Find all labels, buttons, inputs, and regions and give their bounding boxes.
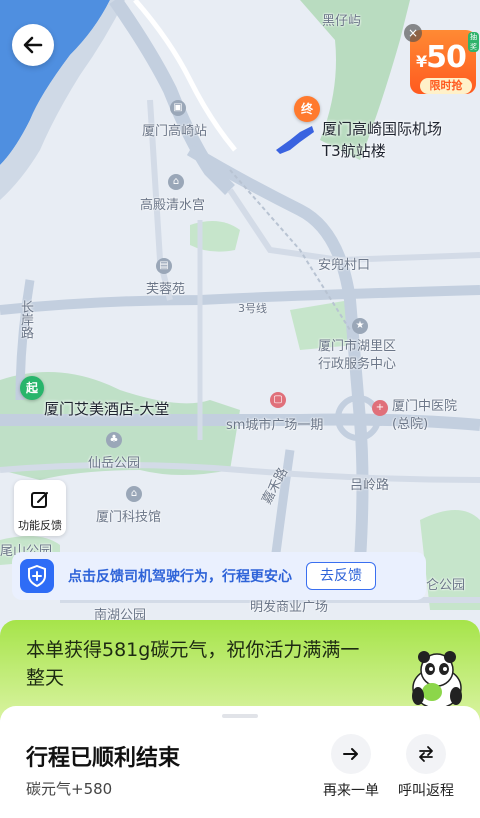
promo-close-button[interactable]: ×	[404, 24, 422, 42]
map-label-furongyuan: 芙蓉苑	[146, 282, 186, 297]
call-return-circle[interactable]	[406, 734, 446, 774]
destination-terminal: T3航站楼	[322, 142, 386, 160]
shield-plus-icon	[20, 559, 54, 593]
book-again-button[interactable]: 再来一单	[316, 734, 386, 800]
arrow-left-icon	[23, 36, 43, 54]
map-label-heizaiyu: 黑仔屿	[322, 14, 362, 29]
map-label-gaoqi-station: 厦门高崎站	[142, 124, 208, 139]
promo-card[interactable]: ¥50 抽奖 限时抢	[410, 30, 479, 94]
map-view[interactable]: 黑仔屿 ▣ 厦门高崎站 ⌂ 高殿清水宫 安兜村口 ▤ 芙蓉苑 3号线 ★ 厦门市…	[0, 0, 480, 660]
museum-icon: ⌂	[126, 486, 142, 502]
destination-label[interactable]: 厦门高崎国际机场 T3航站楼	[322, 118, 442, 162]
feedback-tool-button[interactable]: 功能反馈	[14, 480, 66, 536]
map-label-gaodian: 高殿清水宫	[140, 198, 206, 213]
promo-subtitle: 限时抢	[420, 78, 472, 94]
map-label-line3: 3号线	[238, 302, 267, 315]
map-label-huli-gov: 厦门市湖里区 行政服务中心	[318, 339, 397, 372]
destination-name: 厦门高崎国际机场	[322, 120, 443, 138]
trip-summary-sheet: 行程已顺利结束 碳元气+580 再来一单 呼叫返程	[0, 706, 480, 818]
airport-terminal-shape	[276, 126, 314, 154]
promo-currency: ¥	[416, 52, 427, 71]
call-return-button[interactable]: 呼叫返程	[391, 734, 461, 800]
map-green-3	[420, 510, 480, 610]
map-label-changan-road: 长岸路	[18, 300, 33, 339]
safety-feedback-banner[interactable]: 点击反馈司机驾驶行为，行程更安心 去反馈	[12, 552, 426, 600]
origin-marker[interactable]: 起	[20, 376, 44, 400]
promo-amount-value: 50	[426, 40, 467, 75]
safety-banner-text: 点击反馈司机驾驶行为，行程更安心	[68, 569, 292, 585]
destination-marker[interactable]: 终	[294, 96, 320, 122]
map-label-sm: sm城市广场一期	[226, 418, 324, 433]
residential-icon: ▤	[156, 258, 172, 274]
promo-amount: ¥50	[416, 40, 467, 75]
map-label-right-park: 仑公园	[426, 578, 466, 593]
trip-carbon-points: 碳元气+580	[26, 780, 113, 798]
book-again-label: 再来一单	[323, 783, 379, 799]
origin-label[interactable]: 厦门艾美酒店-大堂	[44, 398, 169, 419]
map-label-xianyue: 仙岳公园	[88, 456, 141, 471]
map-road-h	[227, 188, 480, 264]
shopping-icon: ▢	[270, 392, 286, 408]
trip-status-title: 行程已顺利结束	[26, 746, 181, 771]
swap-arrows-icon	[419, 746, 433, 762]
train-station-icon: ▣	[170, 100, 186, 116]
book-again-circle[interactable]	[331, 734, 371, 774]
map-label-lvling: 吕岭路	[350, 478, 390, 493]
map-label-zhongyiyuan: 厦门中医院 (总院)	[392, 399, 458, 432]
map-label-kejiguan: 厦门科技馆	[96, 510, 162, 525]
go-feedback-button[interactable]: 去反馈	[306, 562, 376, 590]
temple-icon: ⌂	[168, 174, 184, 190]
carbon-message: 本单获得581g碳元气，祝你活力满满一整天	[26, 639, 360, 689]
panda-mascot-icon	[412, 651, 462, 709]
shield-icon	[28, 565, 46, 587]
sheet-drag-handle[interactable]	[222, 714, 258, 718]
park-icon: ♣	[106, 432, 122, 448]
edit-feedback-icon	[31, 492, 48, 508]
promo-tag: 抽奖	[468, 32, 479, 52]
arrow-right-icon	[343, 748, 358, 760]
back-button[interactable]	[12, 24, 54, 66]
gov-star-icon: ★	[352, 318, 368, 334]
hospital-icon: +	[372, 400, 388, 416]
call-return-label: 呼叫返程	[398, 783, 454, 799]
promo-badge[interactable]: ¥50 抽奖 限时抢 ×	[404, 24, 479, 98]
feedback-tool-label: 功能反馈	[18, 519, 62, 532]
map-label-anbao: 安兜村口	[318, 258, 371, 273]
